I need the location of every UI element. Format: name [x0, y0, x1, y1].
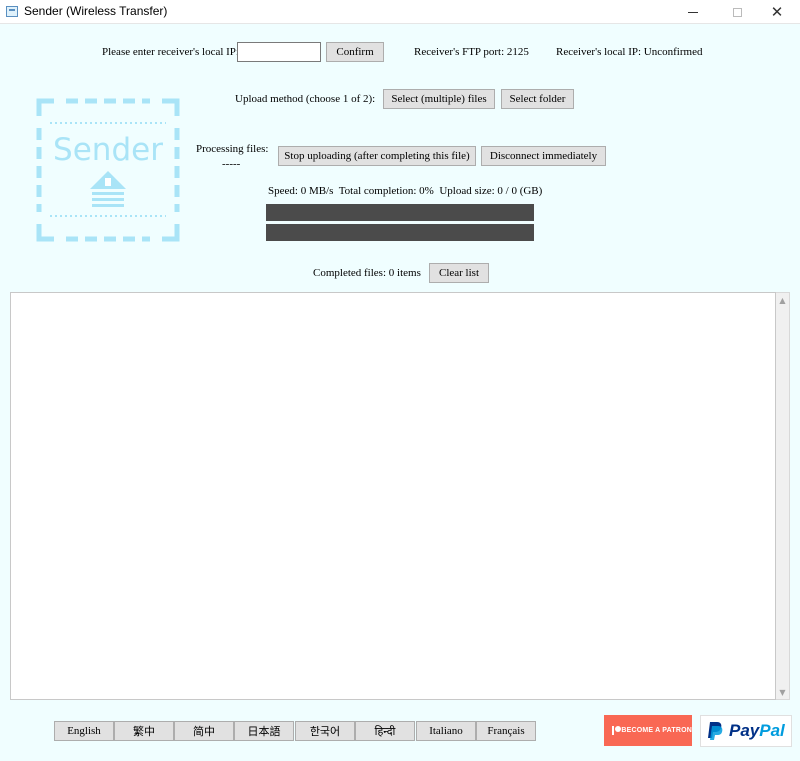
file-progress-bar	[266, 204, 534, 221]
completed-files-label: Completed files: 0 items	[313, 267, 421, 279]
close-icon: ✕	[770, 3, 784, 21]
lang-button-traditional-chinese[interactable]: 繁中	[114, 721, 174, 741]
sender-logo: Sender	[36, 98, 180, 242]
logo-text: Sender	[53, 132, 163, 168]
stop-uploading-button[interactable]: Stop uploading (after completing this fi…	[278, 146, 476, 166]
title-bar: Sender (Wireless Transfer) ✕	[0, 0, 800, 24]
scroll-up-icon[interactable]: ▲	[776, 293, 789, 307]
patreon-icon	[612, 726, 622, 735]
current-file-text: -----	[222, 158, 241, 170]
minimize-button[interactable]	[670, 0, 716, 24]
lang-button-korean[interactable]: 한국어	[295, 721, 355, 741]
ip-label: Please enter receiver's local IP:	[102, 46, 239, 58]
close-button[interactable]: ✕	[754, 0, 800, 24]
completed-files-list[interactable]	[10, 292, 776, 700]
disconnect-button[interactable]: Disconnect immediately	[481, 146, 606, 166]
select-folder-button[interactable]: Select folder	[501, 89, 574, 109]
lang-button-hindi[interactable]: हिन्दी	[355, 721, 415, 741]
scroll-down-icon[interactable]: ▼	[776, 685, 789, 699]
paypal-label-pal: Pal	[759, 721, 785, 740]
transfer-stats: Speed: 0 MB/s Total completion: 0% Uploa…	[268, 185, 543, 197]
paypal-button[interactable]: Pay Pal	[700, 715, 792, 747]
processing-label: Processing files:	[196, 143, 269, 155]
ip-input[interactable]	[237, 42, 321, 62]
patreon-label: BECOME A PATRON	[621, 727, 692, 734]
upload-method-label: Upload method (choose 1 of 2):	[235, 93, 376, 105]
lang-button-japanese[interactable]: 日本語	[234, 721, 294, 741]
confirm-button[interactable]: Confirm	[326, 42, 384, 62]
lang-button-simplified-chinese[interactable]: 简中	[174, 721, 234, 741]
list-scrollbar[interactable]: ▲ ▼	[776, 292, 790, 700]
paypal-icon	[708, 722, 723, 740]
minimize-icon	[688, 11, 698, 13]
paypal-label-pay: Pay	[729, 721, 760, 740]
patreon-button[interactable]: BECOME A PATRON	[604, 715, 692, 746]
maximize-icon	[732, 7, 742, 17]
lang-button-italian[interactable]: Italiano	[416, 721, 476, 741]
total-progress-bar	[266, 224, 534, 241]
ftp-port-text: Receiver's FTP port: 2125	[414, 46, 529, 58]
local-ip-status: Receiver's local IP: Unconfirmed	[556, 46, 703, 58]
app-icon	[6, 6, 18, 17]
lang-button-french[interactable]: Français	[476, 721, 536, 741]
lang-button-english[interactable]: English	[54, 721, 114, 741]
select-files-button[interactable]: Select (multiple) files	[383, 89, 495, 109]
clear-list-button[interactable]: Clear list	[429, 263, 489, 283]
window-title: Sender (Wireless Transfer)	[24, 4, 168, 18]
